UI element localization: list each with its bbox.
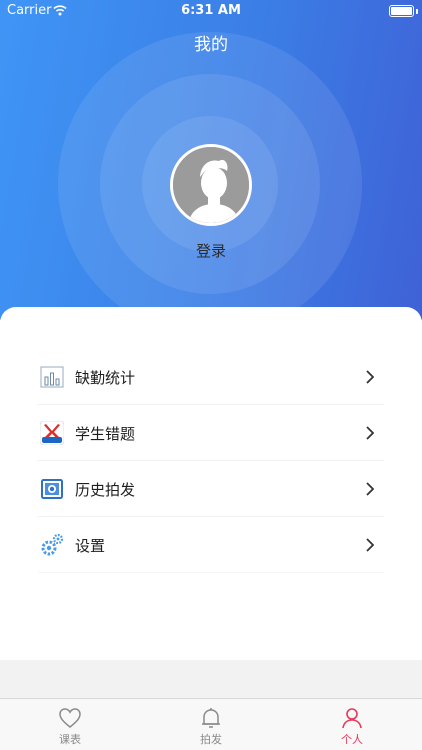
battery-icon — [389, 5, 414, 17]
tab-schedule[interactable]: 课表 — [0, 699, 140, 750]
tab-label: 课表 — [59, 733, 81, 746]
chevron-right-icon — [366, 538, 374, 552]
avatar[interactable] — [170, 144, 252, 226]
heart-icon — [59, 708, 81, 728]
menu-item-label: 缺勤统计 — [75, 369, 136, 387]
menu-item-label: 学生错题 — [75, 425, 136, 443]
menu-item-label: 设置 — [75, 537, 106, 555]
tab-photo-send[interactable]: 拍发 — [141, 699, 281, 750]
menu-item-settings[interactable]: 设置 — [38, 517, 384, 573]
menu-item-photo-history[interactable]: 历史拍发 — [38, 461, 384, 517]
bar-chart-icon — [40, 366, 64, 388]
menu-list: 缺勤统计 学生错题 历史拍发 设置 — [38, 349, 384, 573]
menu-item-student-mistakes[interactable]: 学生错题 — [38, 405, 384, 461]
tab-personal[interactable]: 个人 — [282, 699, 422, 750]
chevron-right-icon — [366, 482, 374, 496]
battery-nub — [416, 9, 418, 14]
status-bar: Carrier 6:31 AM — [0, 0, 422, 22]
status-time: 6:31 AM — [181, 3, 241, 18]
photo-history-icon — [41, 479, 63, 499]
wrong-questions-logo-icon — [40, 421, 64, 445]
menu-item-attendance-stats[interactable]: 缺勤统计 — [38, 349, 384, 405]
menu-item-label: 历史拍发 — [75, 481, 136, 499]
tab-label: 拍发 — [200, 733, 222, 746]
gears-icon — [41, 533, 64, 556]
bell-icon — [202, 708, 220, 728]
page-title: 我的 — [194, 35, 228, 55]
menu-card: 缺勤统计 学生错题 历史拍发 设置 — [0, 307, 422, 660]
tab-label: 个人 — [341, 733, 363, 746]
chevron-right-icon — [366, 426, 374, 440]
login-link[interactable]: 登录 — [0, 240, 422, 261]
chevron-right-icon — [366, 370, 374, 384]
profile-header: Carrier 6:31 AM 我的 登录 — [0, 0, 422, 320]
tab-bar: 课表 拍发 个人 — [0, 698, 422, 750]
person-icon — [342, 708, 362, 729]
